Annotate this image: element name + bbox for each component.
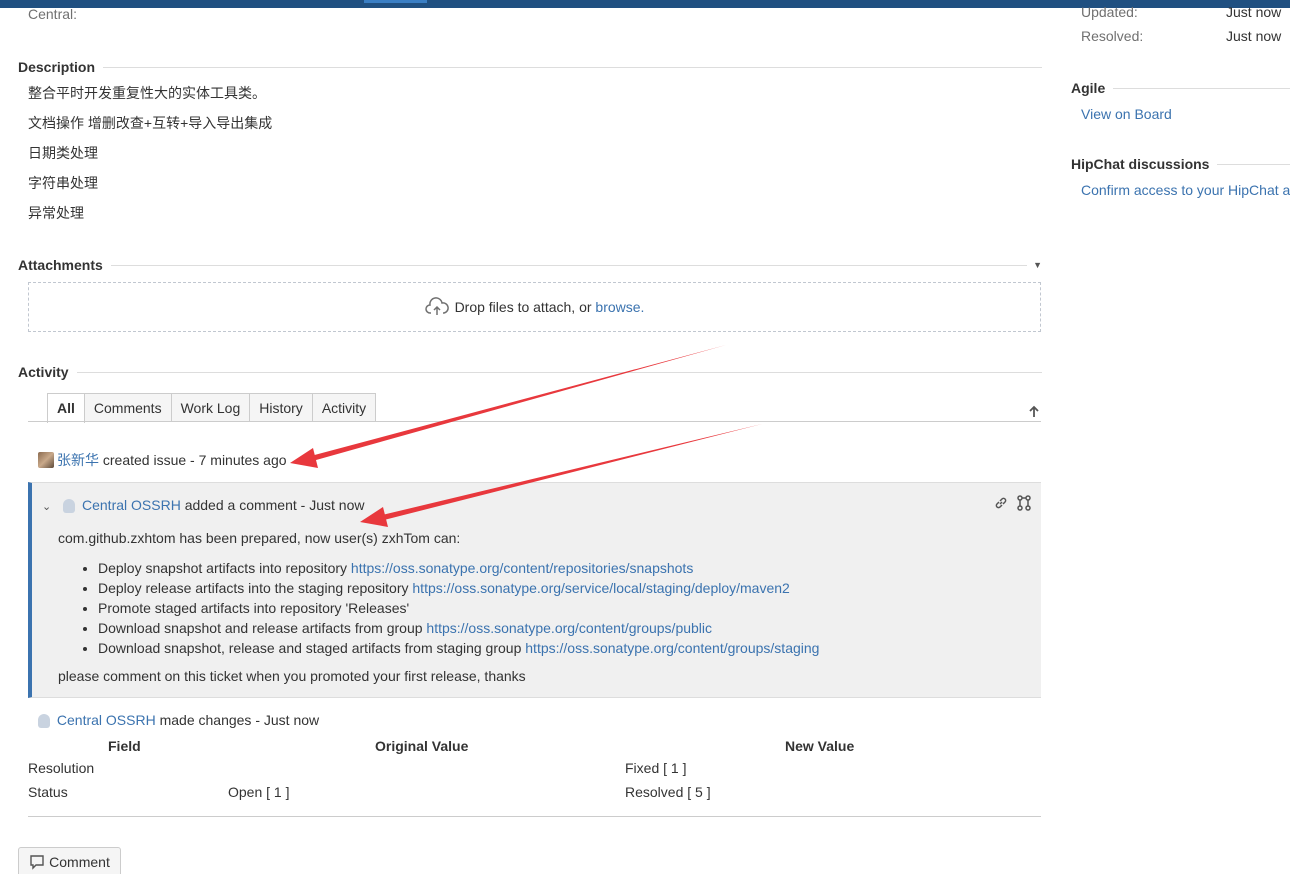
tab-all[interactable]: All	[47, 393, 85, 423]
bot-avatar	[63, 499, 76, 513]
header-active-tab-indicator[interactable]	[364, 0, 427, 3]
column-header: Original Value	[375, 738, 469, 754]
description-line: 整合平时开发重复性大的实体工具类。	[28, 85, 266, 101]
hipchat-heading: HipChat discussions	[1071, 156, 1290, 172]
changes-entry: Central OSSRH made changes - Just now	[38, 712, 319, 728]
new-value-cell: Resolved [ 5 ]	[625, 784, 711, 800]
original-value-cell: Open [ 1 ]	[228, 784, 290, 800]
sort-order-arrow-icon[interactable]	[1028, 404, 1040, 418]
table-row: Status Open [ 1 ] Resolved [ 5 ]	[28, 780, 1041, 804]
view-on-board-link[interactable]: View on Board	[1081, 106, 1172, 122]
hipchat-confirm-link[interactable]: Confirm access to your HipChat a	[1081, 182, 1290, 198]
comment-body: com.github.zxhtom has been prepared, now…	[58, 530, 1018, 684]
resolved-row: Resolved: Just now	[1081, 28, 1282, 44]
agile-heading: Agile	[1071, 80, 1290, 96]
dropzone-text: Drop files to attach, or	[454, 299, 592, 315]
description-line: 文档操作 增删改查+互转+导入导出集成	[28, 115, 273, 131]
description-line: 字符串处理	[28, 175, 98, 191]
permalink-icon[interactable]	[993, 495, 1009, 511]
bot-avatar	[38, 714, 50, 728]
changes-author-link[interactable]: Central OSSRH	[57, 712, 156, 728]
branch-icon[interactable]	[1017, 495, 1031, 511]
staging-deploy-link[interactable]: https://oss.sonatype.org/service/local/s…	[412, 580, 789, 596]
comment-list: Deploy snapshot artifacts into repositor…	[98, 558, 1018, 658]
collapse-chevron-icon[interactable]: ⌄	[42, 501, 51, 513]
table-header-row: Field Original Value New Value	[28, 736, 1041, 756]
description-line: 日期类处理	[28, 145, 98, 161]
updated-value: Just now	[1226, 4, 1282, 20]
field-cell: Status	[28, 784, 68, 800]
changes-meta-text: made changes - Just now	[159, 712, 320, 728]
changes-table: Field Original Value New Value Resolutio…	[28, 736, 1041, 804]
description-heading: Description	[18, 59, 1042, 75]
description-body: 整合平时开发重复性大的实体工具类。 文档操作 增删改查+互转+导入导出集成 日期…	[28, 84, 272, 234]
created-issue-entry: 张新华 created issue - 7 minutes ago	[38, 450, 287, 470]
column-header: Field	[108, 738, 141, 754]
table-row: Resolution Fixed [ 1 ]	[28, 756, 1041, 780]
attachments-heading: Attachments ▼	[18, 257, 1042, 273]
new-value-cell: Fixed [ 1 ]	[625, 760, 687, 776]
comment-header: ⌄ Central OSSRH added a comment - Just n…	[42, 497, 364, 513]
created-issue-text: created issue - 7 minutes ago	[102, 452, 287, 468]
resolved-value: Just now	[1226, 28, 1282, 44]
snapshots-repo-link[interactable]: https://oss.sonatype.org/content/reposit…	[351, 560, 693, 576]
tabs-divider	[28, 421, 1041, 422]
updated-row: Updated: Just now	[1081, 4, 1282, 20]
cloud-upload-icon	[424, 297, 449, 315]
attachment-dropzone[interactable]: Drop files to attach, or browse.	[28, 282, 1041, 332]
comment-item: ⌄ Central OSSRH added a comment - Just n…	[28, 482, 1041, 698]
activity-bottom-divider	[28, 816, 1041, 817]
public-group-link[interactable]: https://oss.sonatype.org/content/groups/…	[426, 620, 712, 636]
original-value-cell	[228, 756, 625, 780]
comment-author-link[interactable]: Central OSSRH	[82, 497, 181, 513]
tab-work-log[interactable]: Work Log	[170, 393, 251, 422]
tab-comments[interactable]: Comments	[83, 393, 172, 422]
comment-closing: please comment on this ticket when you p…	[58, 668, 526, 684]
list-item: Download snapshot, release and staged ar…	[98, 638, 1018, 658]
browse-link[interactable]: browse.	[595, 299, 644, 315]
tab-activity[interactable]: Activity	[311, 393, 377, 422]
comment-button[interactable]: Comment	[18, 847, 121, 874]
list-item: Download snapshot and release artifacts …	[98, 618, 1018, 638]
speech-bubble-icon	[30, 855, 44, 870]
attachments-options-dropdown-icon[interactable]: ▼	[1033, 260, 1042, 270]
staging-group-link[interactable]: https://oss.sonatype.org/content/groups/…	[525, 640, 819, 656]
list-item: Deploy release artifacts into the stagin…	[98, 578, 1018, 598]
central-field-label: Central:	[28, 6, 78, 22]
tab-history[interactable]: History	[249, 393, 313, 422]
user-avatar	[38, 452, 54, 468]
comment-meta-text: added a comment - Just now	[184, 497, 365, 513]
created-by-user-link[interactable]: 张新华	[57, 452, 99, 468]
comment-intro: com.github.zxhtom has been prepared, now…	[58, 530, 461, 546]
description-line: 异常处理	[28, 205, 84, 221]
activity-tabs: All Comments Work Log History Activity	[47, 393, 377, 423]
field-cell: Resolution	[28, 760, 95, 776]
list-item: Promote staged artifacts into repository…	[98, 598, 1018, 618]
comment-actions	[993, 495, 1031, 511]
annotation-arrowhead	[290, 448, 318, 468]
list-item: Deploy snapshot artifacts into repositor…	[98, 558, 1018, 578]
column-header: New Value	[785, 738, 855, 754]
activity-heading: Activity	[18, 364, 1042, 380]
